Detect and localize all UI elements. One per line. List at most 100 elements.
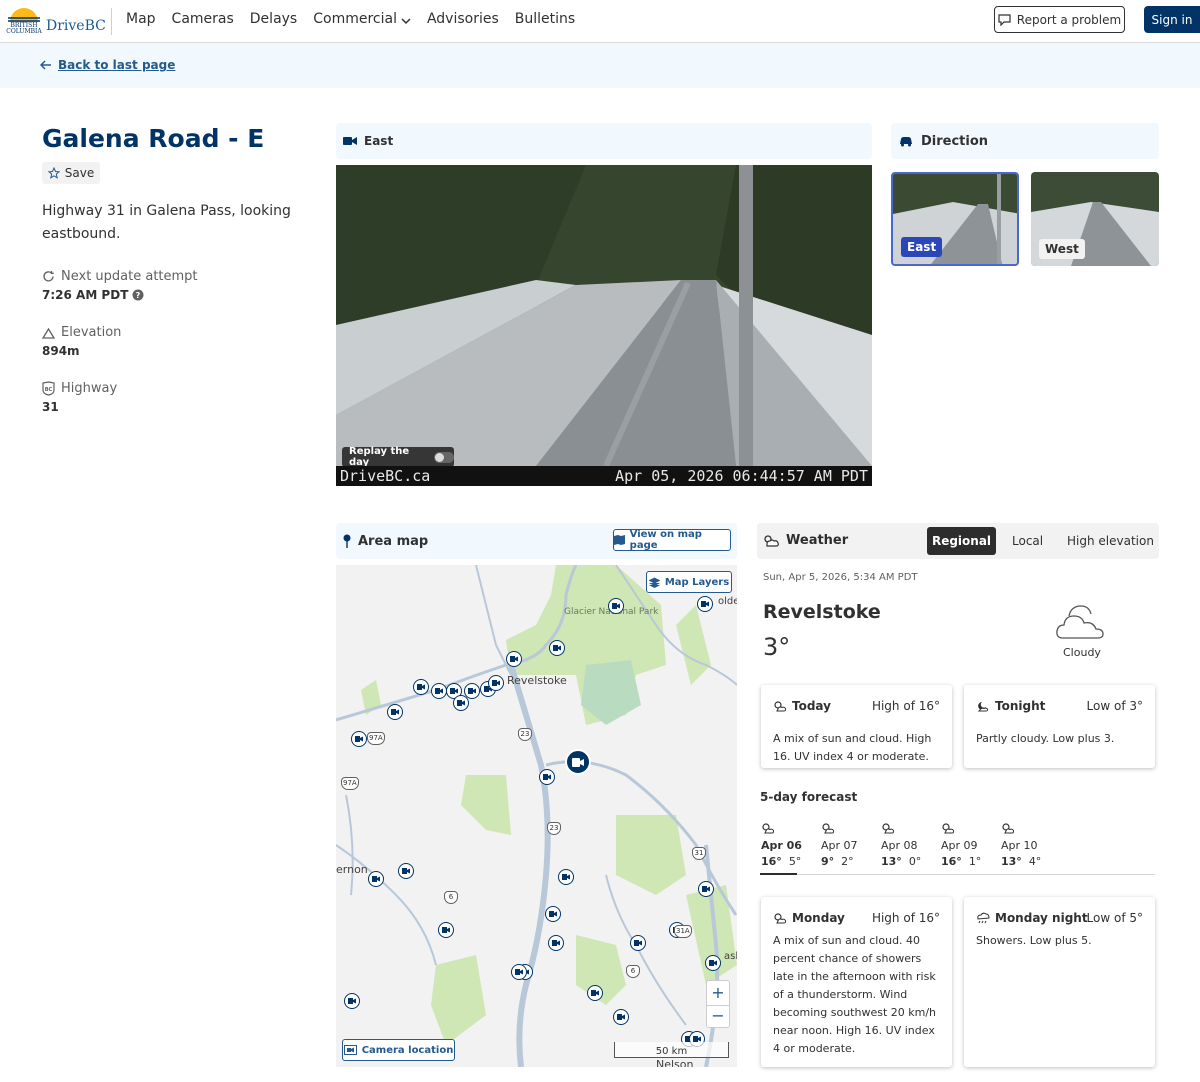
weather-tab-local[interactable]: Local <box>1012 534 1043 548</box>
road-scene <box>336 165 872 468</box>
forecast-day[interactable]: Apr 08 13° 0° <box>881 822 941 868</box>
camera-marker[interactable] <box>488 675 504 691</box>
rain-icon <box>1002 823 1015 834</box>
elevation: Elevation 894m <box>42 325 121 358</box>
save-button[interactable]: Save <box>42 162 100 184</box>
nav-map[interactable]: Map <box>126 11 156 27</box>
area-map[interactable]: Glacier National Park Revelstoke ernon N… <box>336 565 737 1067</box>
monday-card: Monday High of 16° A mix of sun and clou… <box>761 897 952 1067</box>
sign-in-button[interactable]: Sign in <box>1144 6 1200 33</box>
camera-marker[interactable] <box>351 731 367 747</box>
camera-title: Galena Road - E <box>42 124 265 153</box>
map-label-revelstoke: Revelstoke <box>507 674 567 687</box>
camera-marker-icon <box>402 868 410 874</box>
camera-marker-icon <box>442 927 450 933</box>
camera-marker[interactable] <box>698 881 714 897</box>
forecast-high: 16° <box>941 855 962 868</box>
camera-marker-icon <box>492 680 500 686</box>
highway-shield: 31A <box>674 925 692 938</box>
camera-marker-icon <box>617 1014 625 1020</box>
zoom-control: + − <box>706 980 730 1028</box>
nav-bulletins[interactable]: Bulletins <box>515 11 575 27</box>
camera-marker[interactable] <box>511 964 527 980</box>
weather-tab-regional[interactable]: Regional <box>927 527 996 555</box>
monday-night-card: Monday night Low of 5° Showers. Low plus… <box>964 897 1155 1067</box>
sun-icon <box>942 823 955 834</box>
camera-marker[interactable] <box>548 935 564 951</box>
camera-marker[interactable] <box>613 1009 629 1025</box>
map-label-golden: olde <box>718 596 737 607</box>
camera-marker[interactable] <box>587 985 603 1001</box>
replay-switch[interactable] <box>433 451 454 463</box>
camera-marker[interactable] <box>630 935 646 951</box>
camera-marker-main[interactable] <box>565 749 591 775</box>
weather-icon <box>764 535 779 547</box>
camera-marker[interactable] <box>697 596 713 612</box>
highway-label: Highway <box>61 381 118 396</box>
camera-marker-icon <box>572 757 584 767</box>
map-scale-label: 50 km <box>655 1046 688 1057</box>
monday-night-label: Monday night <box>995 911 1088 925</box>
watermark-site: DriveBC.ca <box>340 467 431 485</box>
zoom-out-button[interactable]: − <box>707 1005 729 1027</box>
map-layers-button[interactable]: Map Layers <box>646 571 732 593</box>
camera-marker-icon <box>634 940 642 946</box>
forecast-temps: 9° 2° <box>821 855 881 868</box>
weather-tab-high-elevation[interactable]: High elevation <box>1067 534 1154 548</box>
tonight-low: Low of 3° <box>1086 699 1143 713</box>
camera-marker[interactable] <box>438 922 454 938</box>
zoom-in-button[interactable]: + <box>707 981 729 1005</box>
camera-marker-icon <box>372 876 380 882</box>
camera-marker[interactable] <box>608 598 624 614</box>
nav-advisories[interactable]: Advisories <box>427 11 499 27</box>
chevron-down-icon <box>401 18 411 25</box>
camera-marker[interactable] <box>413 679 429 695</box>
nav-cameras[interactable]: Cameras <box>172 11 234 27</box>
back-link[interactable]: Back to last page <box>58 58 175 72</box>
view-on-map-button[interactable]: View on map page <box>613 529 731 551</box>
camera-marker[interactable] <box>705 955 721 971</box>
forecast-day[interactable]: Apr 06 16° 5° <box>761 822 821 868</box>
next-update: Next update attempt 7:26 AM PDT ? <box>42 269 198 302</box>
camera-marker[interactable] <box>431 683 447 699</box>
camera-marker[interactable] <box>344 993 360 1009</box>
next-update-label: Next update attempt <box>61 269 198 284</box>
forecast-low: 2° <box>841 855 854 868</box>
camera-marker-icon <box>468 688 476 694</box>
area-map-title: Area map <box>358 533 429 549</box>
camera-marker[interactable] <box>398 863 414 879</box>
forecast-day[interactable]: Apr 09 16° 1° <box>941 822 1001 868</box>
camera-marker[interactable] <box>506 651 522 667</box>
svg-text:?: ? <box>136 291 141 300</box>
camera-marker[interactable] <box>539 769 555 785</box>
camera-marker[interactable] <box>558 869 574 885</box>
forecast-day[interactable]: Apr 10 13° 4° <box>1001 822 1061 868</box>
camera-marker[interactable] <box>453 695 469 711</box>
west-label: West <box>1039 239 1085 259</box>
camera-location-button[interactable]: Camera location <box>342 1039 455 1061</box>
forecast-day[interactable]: Apr 07 9° 2° <box>821 822 881 868</box>
help-icon[interactable]: ? <box>132 289 144 301</box>
report-problem-button[interactable]: Report a problem <box>994 6 1125 33</box>
forecast-low: 5° <box>788 855 802 868</box>
weather-condition: Cloudy <box>1063 646 1101 659</box>
camera-image[interactable]: Replay the day DriveBC.ca Apr 05, 2026 0… <box>336 165 872 486</box>
camera-marker[interactable] <box>545 906 561 922</box>
forecast-date: Apr 07 <box>821 839 858 852</box>
replay-toggle[interactable]: Replay the day <box>342 446 454 468</box>
map-icon <box>614 535 625 545</box>
camera-marker-icon <box>510 656 518 662</box>
forecast-low: 1° <box>968 855 982 868</box>
direction-east-thumb[interactable]: East <box>891 172 1019 266</box>
nav-commercial[interactable]: Commercial <box>313 11 397 27</box>
camera-marker[interactable] <box>549 640 565 656</box>
weather-timestamp: Sun, Apr 5, 2026, 5:34 AM PDT <box>763 572 918 583</box>
map-layers-label: Map Layers <box>664 576 730 588</box>
camera-marker[interactable] <box>387 704 403 720</box>
drivebc-logo[interactable]: BRITISH COLUMBIA DriveBC <box>4 4 106 38</box>
direction-west-thumb[interactable]: West <box>1031 172 1159 266</box>
save-label: Save <box>64 166 95 180</box>
camera-marker[interactable] <box>368 871 384 887</box>
forecast-date: Apr 06 <box>761 839 802 852</box>
nav-delays[interactable]: Delays <box>250 11 297 27</box>
